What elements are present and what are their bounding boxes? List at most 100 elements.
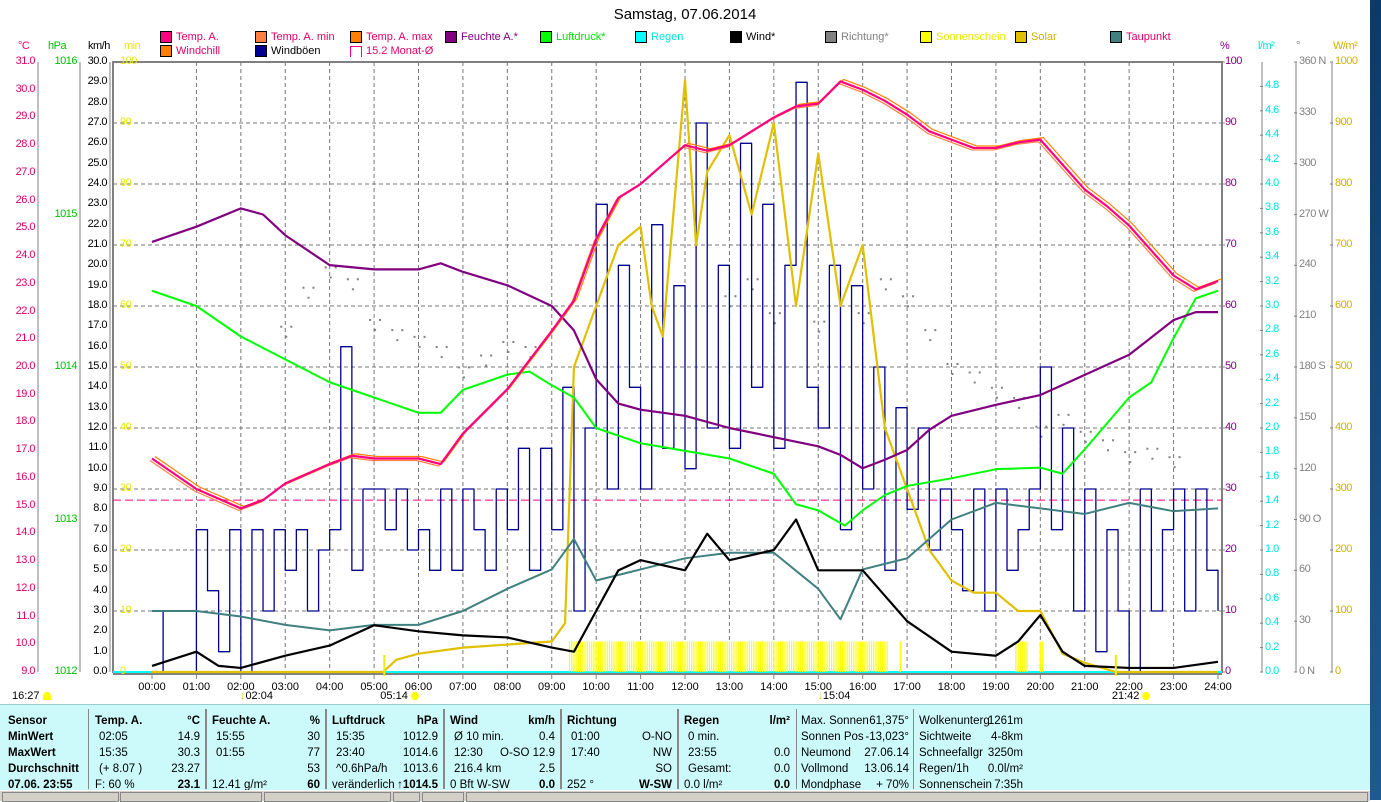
axis-tick-label: 40 [1225, 421, 1237, 433]
direction-point [440, 356, 443, 359]
axis-unit: hPa [48, 40, 67, 52]
axis-tick-label: 26.0 [87, 136, 108, 149]
axis-tick-label: 13.0 [87, 400, 108, 413]
misc-value: 0.0l/m² [987, 763, 1023, 775]
axis-unit: ° [1296, 40, 1300, 52]
row-label: 23:40 [336, 747, 365, 759]
axis-tick-label: 9.0 [21, 665, 35, 677]
axis-tick-label: 30.0 [87, 55, 108, 67]
direction-point [1013, 396, 1016, 399]
row-label: 02:05 [99, 731, 128, 743]
misc-value: 3250m [987, 747, 1023, 759]
axis-tick-label: 22.0 [87, 217, 108, 230]
axis-tick-label: 700 [1335, 238, 1352, 250]
row-label: 01:00 [571, 731, 600, 743]
axis-tick-label: 3.0 [93, 604, 107, 616]
axis-tick-label: 2.0 [1265, 421, 1279, 433]
direction-point [534, 346, 537, 349]
row-value: 1014.6 [402, 747, 438, 759]
direction-point [462, 376, 465, 379]
axis-tick-label: 12.0 [15, 581, 36, 594]
axis-tick-label: 4.6 [1265, 103, 1279, 116]
misc-value: 1261m [987, 715, 1023, 727]
direction-point [369, 318, 372, 321]
sensor-column: Sensor MinWert MaxWert Durchschnitt 07.06. 2… [0, 709, 86, 791]
x-tick-label: 09:00 [537, 681, 566, 693]
row-value: O-NO [641, 731, 672, 743]
axis-tick-label: 30 [1299, 614, 1311, 627]
axis-tick-label: 26.0 [15, 193, 36, 206]
direction-point [768, 312, 771, 315]
axis-tick-label: 60 [120, 299, 132, 311]
axis-tick-label: 9.0 [93, 482, 107, 494]
x-tick-label: 11:00 [627, 681, 654, 693]
desktop-background [1370, 0, 1381, 800]
direction-point [280, 325, 283, 328]
axis-tick-label: 80 [120, 177, 132, 189]
axis-tick-label: 30 [120, 482, 132, 494]
axis-tick-label: 1.6 [1265, 469, 1279, 482]
axis-tick-label: 20.0 [87, 258, 108, 271]
axis-tick-label: 14.0 [87, 380, 108, 393]
status-bar [0, 790, 1370, 802]
axis-tick-label: 3.8 [1265, 201, 1279, 214]
axis-tick-label: 10 [120, 604, 132, 616]
sunrise-icon [410, 692, 419, 701]
axis-tick-label: 20 [120, 543, 132, 555]
astro-value: 13.06.14 [864, 763, 909, 775]
x-tick-label: 13:00 [715, 681, 744, 693]
row-value: O-SO 12.9 [500, 747, 555, 759]
axis-tick-label: 2.4 [1265, 372, 1279, 385]
axis-tick-label: 10.0 [87, 461, 108, 474]
x-tick-label: 03:00 [271, 681, 300, 693]
axis-tick-label: 1012 [54, 665, 78, 677]
axis-tick-label: 1.8 [1265, 445, 1279, 458]
row-value: 0.0 [774, 747, 790, 759]
direction-point [879, 278, 882, 281]
summary-panel: Sensor MinWert MaxWert Durchschnitt 07.06. 2… [0, 704, 1370, 791]
axis-unit: % [1220, 40, 1230, 52]
direction-point [346, 278, 349, 281]
x-tick-label: 01:00 [182, 681, 211, 693]
x-tick-label: 14:00 [760, 681, 788, 693]
direction-point [907, 305, 910, 308]
direction-point [329, 276, 332, 279]
direction-point [502, 340, 505, 343]
astro-time: 15:04 [822, 690, 851, 702]
direction-point [1057, 413, 1060, 416]
row-label: (+ 8.07 ) [99, 763, 143, 775]
axis-tick-label: 21.0 [15, 332, 36, 345]
axis-tick-label: 70 [1225, 238, 1237, 250]
axis-tick-label: 10 [1225, 604, 1237, 616]
axis-unit: l/m² [1258, 40, 1275, 52]
direction-point [1129, 461, 1132, 464]
x-tick-label: 04:00 [315, 681, 344, 693]
direction-point [990, 386, 993, 389]
axis-tick-label: 5.0 [93, 563, 107, 576]
x-tick-label: 16:00 [848, 681, 877, 693]
panel-column-tempa: Temp. A. °C 02:05 14.9 15:35 30.3 (+ 8.07 ) 23.… [88, 709, 207, 791]
axis-tick-label: 100 [1335, 604, 1352, 616]
x-tick-label: 19:00 [982, 681, 1010, 693]
panel-column-richtung: Richtung 01:00 O-NO 17:40 NW SO 252 ° W-SW [560, 709, 679, 791]
status-cell [422, 792, 464, 802]
panel-column-feuchtea: Feuchte A.% 15:55 30 01:55 77 53 12.41 g/m² 60 [205, 709, 327, 791]
axis-tick-label: 21.0 [87, 238, 108, 250]
direction-point [813, 320, 816, 323]
axis-tick-label: 2.6 [1265, 347, 1279, 360]
axis-tick-label: 50 [1225, 360, 1237, 372]
astro-marker: ↓02:04 [240, 690, 273, 702]
direction-point [1111, 439, 1114, 442]
direction-point [374, 328, 377, 331]
direction-point [929, 339, 932, 342]
direction-point [734, 295, 737, 298]
direction-point [1146, 447, 1149, 450]
panel-column-wind: Wind km/h Ø 10 min. 0.4 12:30 O-SO 12.9 216.4 … [443, 709, 562, 791]
axis-tick-label: 0.0 [93, 665, 107, 677]
direction-point [351, 288, 354, 291]
direction-point [445, 346, 448, 349]
axis-tick-label: 0.4 [1265, 616, 1279, 629]
axis-tick-label: 90 O [1299, 512, 1321, 525]
astro-value: 61,375° [869, 715, 909, 727]
misc-label: Wolkenunterg [919, 715, 990, 727]
